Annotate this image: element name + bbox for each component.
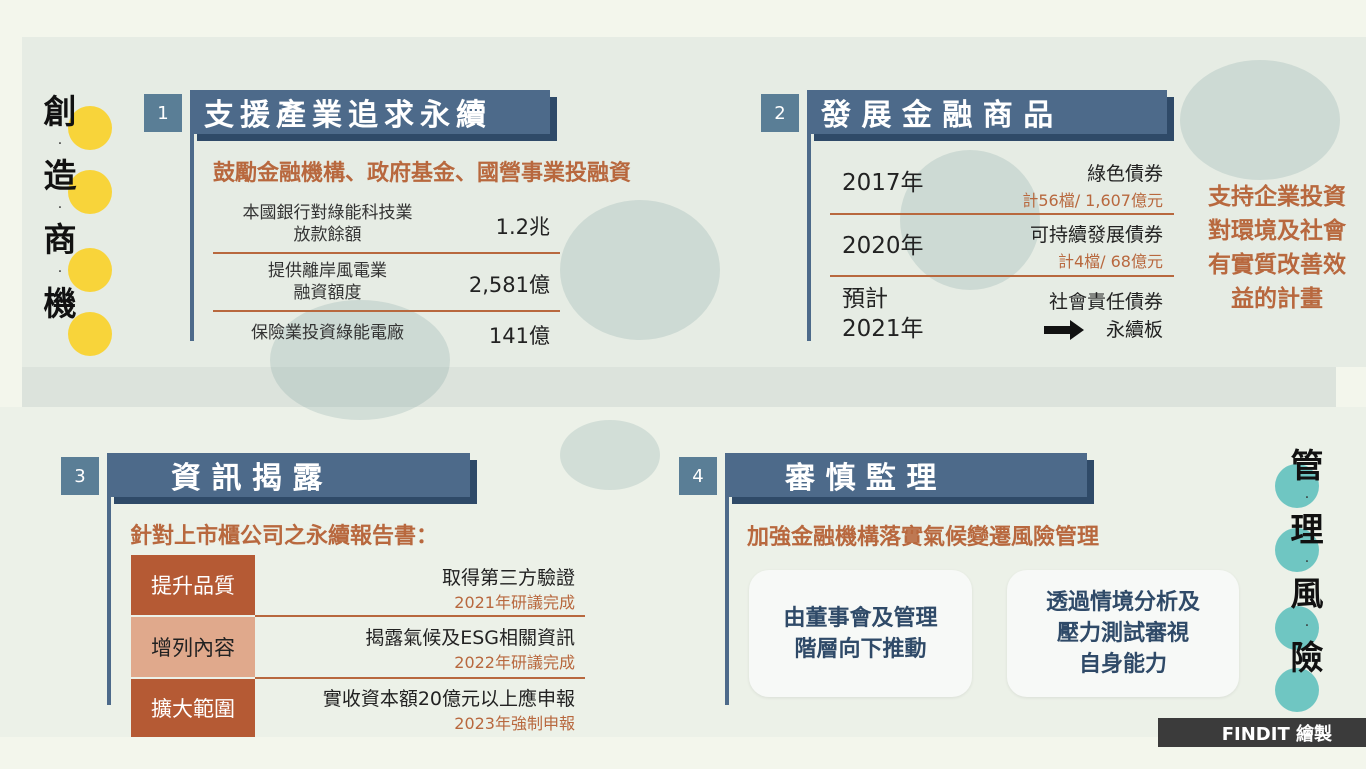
- row-divider: [830, 275, 1174, 277]
- section-3-tag: 增列內容: [131, 617, 255, 677]
- section-4-card: 透過情境分析及 壓力測試審視 自身能力: [1007, 570, 1239, 697]
- title-char: 理: [1290, 510, 1324, 549]
- section-3-item-status: 2022年研議完成: [454, 653, 575, 672]
- title-separator: ·: [57, 200, 63, 216]
- section-2-bond-stats: 計4檔/ 68億元: [1057, 252, 1163, 271]
- section-1-row-label: 本國銀行對綠能科技業 放款餘額: [242, 203, 413, 245]
- title-char: 風: [1290, 574, 1324, 613]
- section-1-row-label: 保險業投資綠能電廠: [251, 323, 404, 343]
- title-separator: ·: [57, 264, 63, 280]
- title-char: 管: [1290, 446, 1324, 485]
- watercolor-splash: [270, 300, 450, 420]
- section-2-year: 預計: [842, 286, 888, 312]
- section-1-row-label: 提供離岸風電業 融資額度: [268, 261, 387, 303]
- section-4-subtitle: 加強金融機構落實氣候變遷風險管理: [747, 525, 1100, 550]
- section-2-board-name: 永續板: [1105, 319, 1163, 341]
- section-2-number: 2: [761, 94, 799, 132]
- watercolor-splash: [560, 420, 660, 490]
- section-3-item-title: 取得第三方驗證: [441, 567, 575, 589]
- title-separator: ·: [1304, 554, 1310, 570]
- title-char: 商: [43, 220, 77, 259]
- title-char: 機: [43, 284, 77, 323]
- row-divider: [213, 310, 560, 312]
- credit-badge: FINDIT 繪製: [1158, 718, 1366, 747]
- section-2-vertical-rule: [807, 134, 811, 341]
- section-4-vertical-rule: [725, 497, 729, 705]
- section-2-bond-name: 可持續發展債券: [1029, 224, 1163, 246]
- section-4-header: 審 慎 監 理: [725, 453, 1087, 497]
- section-3-number: 3: [61, 457, 99, 495]
- section-4-number: 4: [679, 457, 717, 495]
- row-divider: [830, 213, 1174, 215]
- section-1-number: 1: [144, 94, 182, 132]
- section-3-tag: 提升品質: [131, 555, 255, 615]
- section-3-item-title: 實收資本額20億元以上應申報: [322, 688, 575, 710]
- section-4-card: 由董事會及管理 階層向下推動: [749, 570, 972, 697]
- arrow-right-icon: [1044, 320, 1084, 340]
- section-1-header: 支援產業追求永續: [190, 90, 550, 134]
- title-separator: ·: [57, 136, 63, 152]
- section-3-item-status: 2021年研議完成: [454, 593, 575, 612]
- middle-background-band: [22, 367, 1336, 407]
- section-2-bond-name: 社會責任債券: [1048, 291, 1163, 313]
- section-2-header: 發 展 金 融 商 品: [807, 90, 1167, 134]
- right-vertical-title: 管 · 理 · 風 · 險: [1275, 446, 1329, 712]
- watercolor-splash: [560, 200, 720, 340]
- section-1-subtitle: 鼓勵金融機構、政府基金、國營事業投融資: [213, 161, 632, 186]
- section-2-bond-name: 綠色債券: [1086, 163, 1163, 185]
- left-vertical-title: 創 · 造 · 商 · 機: [38, 92, 112, 356]
- title-char: 造: [43, 156, 77, 195]
- title-char: 險: [1290, 638, 1324, 677]
- section-3-tag: 擴大範圍: [131, 679, 255, 737]
- section-2-side-note: 支持企業投資對環境及社會有實質改善效益的計畫: [1208, 184, 1346, 312]
- title-separator: ·: [1304, 490, 1310, 506]
- section-3-item-status: 2023年強制申報: [454, 714, 575, 733]
- row-divider: [255, 677, 585, 679]
- section-1-row-value: 2,581億: [468, 273, 550, 297]
- title-char: 創: [43, 92, 77, 131]
- row-divider: [255, 615, 585, 617]
- section-1-vertical-rule: [190, 134, 194, 341]
- watercolor-splash: [1180, 60, 1340, 180]
- section-2-bond-stats: 計56檔/ 1,607億元: [1022, 191, 1163, 210]
- section-2-year: 2021年: [842, 316, 924, 342]
- section-1-row-value: 1.2兆: [495, 215, 550, 239]
- section-3-vertical-rule: [107, 497, 111, 705]
- section-3-header: 資 訊 揭 露: [107, 453, 470, 497]
- row-divider: [213, 252, 560, 254]
- section-2-year: 2017年: [842, 170, 924, 196]
- section-3-item-title: 揭露氣候及ESG相關資訊: [365, 627, 575, 649]
- section-3-subtitle: 針對上市櫃公司之永續報告書：: [130, 524, 439, 549]
- section-1-row-value: 141億: [488, 324, 550, 348]
- section-2-year: 2020年: [842, 233, 924, 259]
- title-separator: ·: [1304, 618, 1310, 634]
